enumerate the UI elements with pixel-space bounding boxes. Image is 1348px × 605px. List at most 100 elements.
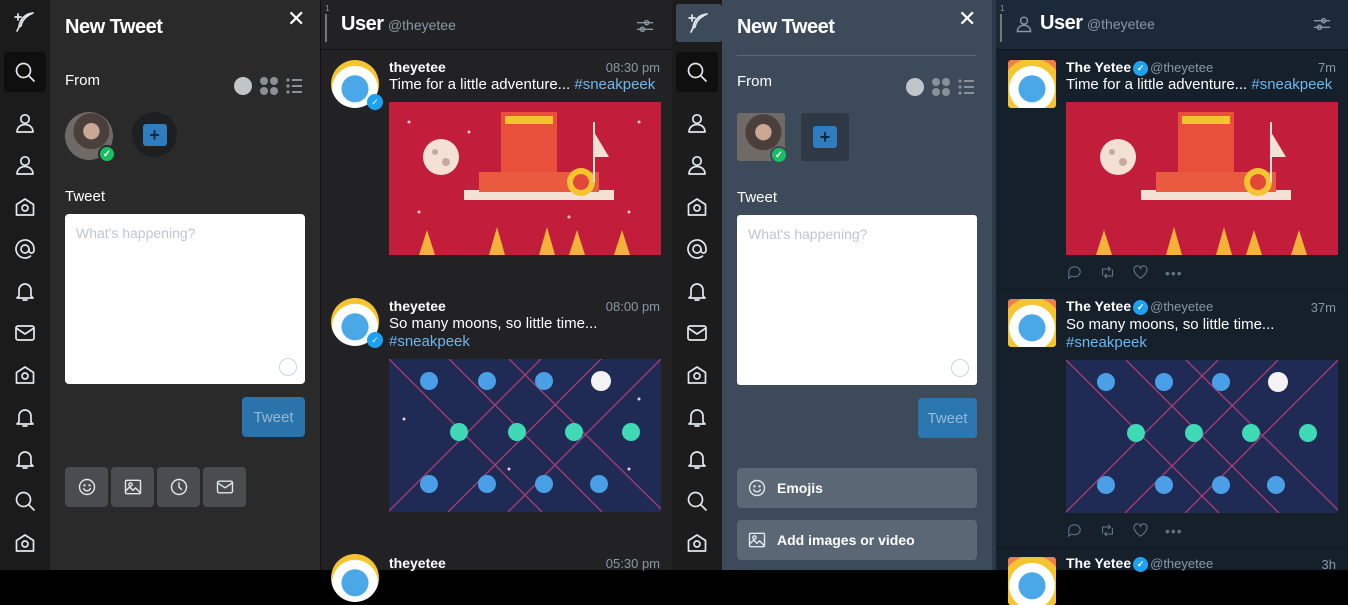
tweet-author-name[interactable]: The Yetee: [1066, 298, 1131, 314]
nav-sidebar-right: [672, 0, 722, 570]
tweet-hashtag[interactable]: #sneakpeek: [574, 76, 655, 93]
tweet-label: Tweet: [65, 188, 106, 205]
char-count-indicator: [279, 358, 297, 376]
multi-account-toggle[interactable]: [260, 77, 278, 95]
nav-mail-icon[interactable]: [4, 313, 46, 353]
message-button[interactable]: [203, 467, 246, 507]
single-account-toggle[interactable]: [906, 78, 924, 96]
nav-search-icon[interactable]: [676, 481, 718, 521]
nav-user-icon[interactable]: [4, 103, 46, 143]
tweet-hashtag[interactable]: #sneakpeek: [1251, 76, 1332, 93]
nav-home-icon[interactable]: [4, 523, 46, 563]
column-settings-icon[interactable]: [635, 16, 655, 36]
list-icon[interactable]: [285, 77, 303, 95]
tweet-media-image[interactable]: [1066, 360, 1338, 513]
single-account-toggle[interactable]: [234, 77, 252, 95]
tweet-author-handle[interactable]: @theyetee: [1150, 556, 1213, 571]
tweet-actions: •••: [1066, 264, 1183, 281]
user-column-dark: 1 User @theyetee ✓ theyetee 08:30 pm Tim…: [320, 0, 672, 602]
tweet-avatar[interactable]: [1008, 299, 1056, 347]
list-icon[interactable]: [957, 78, 975, 96]
nav-user-icon[interactable]: [676, 103, 718, 143]
tweet-author-name[interactable]: theyetee: [389, 555, 446, 571]
close-icon[interactable]: ✕: [958, 8, 976, 30]
nav-bell-icon[interactable]: [676, 439, 718, 479]
image-icon: [123, 477, 143, 497]
tweet-author-name[interactable]: The Yetee: [1066, 555, 1131, 571]
tweet-divider: [996, 548, 1348, 549]
tweet-avatar[interactable]: [1008, 557, 1056, 605]
column-title: User: [341, 13, 384, 35]
reply-icon[interactable]: [1066, 522, 1083, 539]
emojis-label: Emojis: [777, 480, 823, 496]
nav-home-icon[interactable]: [4, 187, 46, 227]
tweet-time[interactable]: 37m: [1311, 300, 1336, 315]
add-account-button[interactable]: +: [132, 112, 177, 157]
nav-user-icon[interactable]: [676, 145, 718, 185]
nav-home-icon[interactable]: [676, 355, 718, 395]
nav-search-icon[interactable]: [4, 52, 46, 92]
column-drag-handle[interactable]: [325, 14, 327, 42]
add-account-icon: +: [142, 123, 167, 146]
like-icon[interactable]: [1132, 522, 1149, 539]
close-icon[interactable]: ✕: [287, 8, 305, 30]
nav-mail-icon[interactable]: [676, 313, 718, 353]
user-icon: [1014, 14, 1034, 34]
emojis-button[interactable]: Emojis: [737, 468, 977, 508]
tweet-hashtag[interactable]: #sneakpeek: [389, 333, 470, 350]
tweet-textarea[interactable]: What's happening?: [65, 214, 305, 384]
tweet-button[interactable]: Tweet: [918, 398, 977, 438]
nav-bell-icon[interactable]: [4, 397, 46, 437]
tweet-text: So many moons, so little time...: [389, 315, 598, 332]
tweet-time[interactable]: 08:30 pm: [606, 60, 660, 75]
verified-badge-icon: ✓: [367, 94, 383, 110]
nav-mention-icon[interactable]: [4, 229, 46, 269]
tweet-media-image[interactable]: [389, 359, 661, 512]
tweet-media-image[interactable]: [389, 102, 661, 255]
tweet-author-name[interactable]: The Yetee: [1066, 59, 1131, 75]
schedule-button[interactable]: [157, 467, 200, 507]
reply-icon[interactable]: [1066, 264, 1083, 281]
nav-user-icon[interactable]: [4, 145, 46, 185]
like-icon[interactable]: [1132, 264, 1149, 281]
compose-feather-icon[interactable]: [676, 4, 722, 42]
multi-account-toggle[interactable]: [932, 78, 950, 96]
nav-search-icon[interactable]: [676, 52, 718, 92]
add-media-button[interactable]: Add images or video: [737, 520, 977, 560]
nav-search-icon[interactable]: [4, 481, 46, 521]
nav-home-icon[interactable]: [676, 187, 718, 227]
from-label: From: [737, 73, 772, 90]
tweet-author-name[interactable]: theyetee: [389, 59, 446, 75]
compose-feather-icon[interactable]: [4, 2, 46, 42]
tweet-button[interactable]: Tweet: [242, 397, 305, 437]
nav-home-icon[interactable]: [4, 355, 46, 395]
nav-bell-icon[interactable]: [676, 397, 718, 437]
tweet-hashtag[interactable]: #sneakpeek: [1066, 334, 1147, 351]
tweet-avatar[interactable]: [1008, 60, 1056, 108]
more-icon[interactable]: •••: [1165, 523, 1183, 539]
retweet-icon[interactable]: [1099, 264, 1116, 281]
tweet-author-name[interactable]: theyetee: [389, 298, 446, 314]
column-drag-handle[interactable]: [1000, 14, 1002, 42]
tweet-avatar[interactable]: [331, 554, 379, 602]
tweet-media-image[interactable]: [1066, 102, 1338, 255]
verified-badge-icon: ✓: [1133, 299, 1149, 315]
add-image-button[interactable]: [111, 467, 154, 507]
nav-bell-icon[interactable]: [676, 271, 718, 311]
nav-bell-icon[interactable]: [4, 271, 46, 311]
tweet-time[interactable]: 7m: [1318, 60, 1336, 75]
nav-bell-icon[interactable]: [4, 439, 46, 479]
nav-home-icon[interactable]: [676, 523, 718, 563]
retweet-icon[interactable]: [1099, 522, 1116, 539]
tweet-time[interactable]: 08:00 pm: [606, 299, 660, 314]
more-icon[interactable]: •••: [1165, 265, 1183, 281]
nav-mention-icon[interactable]: [676, 229, 718, 269]
emoji-button[interactable]: [65, 467, 108, 507]
column-settings-icon[interactable]: [1312, 14, 1332, 34]
header-divider: [737, 55, 977, 56]
tweet-time[interactable]: 05:30 pm: [606, 556, 660, 571]
add-account-button[interactable]: +: [801, 113, 849, 161]
tweet-author-handle[interactable]: @theyetee: [1150, 60, 1213, 75]
tweet-author-handle[interactable]: @theyetee: [1150, 299, 1213, 314]
tweet-textarea[interactable]: What's happening?: [737, 215, 977, 385]
